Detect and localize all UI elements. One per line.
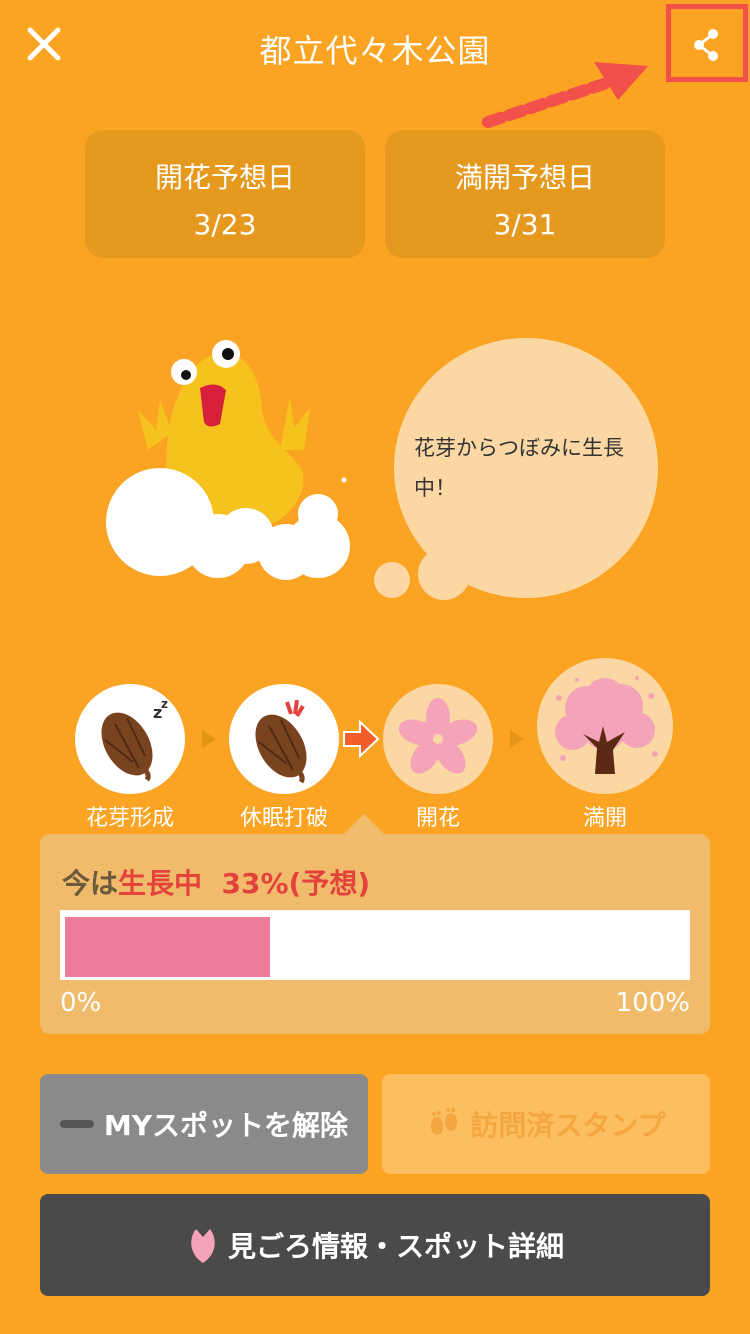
card-value: 3/23 bbox=[193, 208, 257, 241]
remove-my-spot-label: MYスポットを解除 bbox=[103, 1109, 349, 1142]
stage-dormancy-break bbox=[229, 684, 339, 794]
stage-bud-formation: z z bbox=[75, 684, 185, 794]
pointer-arrow-icon bbox=[482, 62, 648, 128]
growth-stages: z z bbox=[0, 658, 750, 794]
panel-pointer bbox=[344, 814, 384, 834]
visited-stamp-label: 訪問済スタンプ bbox=[470, 1109, 666, 1142]
status-prefix: 今は bbox=[62, 867, 119, 900]
stage-full-bloom bbox=[537, 658, 673, 794]
stage-label: 満開 bbox=[582, 806, 627, 831]
spot-details-button[interactable]: 見ごろ情報・スポット詳細 bbox=[40, 1194, 710, 1296]
sakura-tree-icon bbox=[555, 676, 658, 774]
full-bloom-forecast-card: 満開予想日 3/31 bbox=[385, 130, 665, 258]
sakura-petal-icon bbox=[191, 1229, 215, 1263]
card-value: 3/31 bbox=[493, 208, 557, 241]
card-label: 開花予想日 bbox=[154, 161, 295, 194]
stage-arrow-icon bbox=[202, 730, 216, 748]
progress-bar-fill bbox=[65, 917, 270, 977]
awakening-bud-icon bbox=[255, 699, 307, 784]
minus-icon bbox=[59, 1120, 94, 1128]
sakura-flower-icon bbox=[398, 698, 478, 774]
spot-details-label: 見ごろ情報・スポット詳細 bbox=[227, 1230, 564, 1263]
share-button[interactable] bbox=[686, 24, 728, 66]
progress-status: 今は生長中 33%(予想) bbox=[62, 862, 370, 902]
svg-text:z: z bbox=[161, 697, 168, 711]
progress-bar bbox=[60, 910, 690, 980]
visited-stamp-button[interactable]: 訪問済スタンプ bbox=[382, 1074, 710, 1174]
progress-min-label: 0% bbox=[60, 988, 102, 1018]
sleeping-bud-icon: z z bbox=[101, 697, 168, 782]
bloom-forecast-card: 開花予想日 3/23 bbox=[85, 130, 365, 258]
current-stage-arrow-icon bbox=[343, 720, 380, 758]
footprints-icon bbox=[431, 1108, 458, 1135]
share-icon bbox=[694, 29, 718, 61]
remove-my-spot-button[interactable]: MYスポットを解除 bbox=[40, 1074, 368, 1174]
status-stage: 生長中 bbox=[118, 867, 203, 900]
status-percent: 33%(予想) bbox=[221, 867, 371, 900]
stage-label: 花芽形成 bbox=[85, 806, 174, 831]
stage-blooming bbox=[383, 684, 493, 794]
stage-arrow-icon bbox=[510, 730, 524, 748]
bubble-text: 花芽からつぼみに生長中！ bbox=[414, 436, 624, 500]
progress-max-label: 100% bbox=[615, 988, 690, 1018]
card-label: 満開予想日 bbox=[454, 161, 595, 194]
stage-label: 休眠打破 bbox=[239, 806, 328, 831]
